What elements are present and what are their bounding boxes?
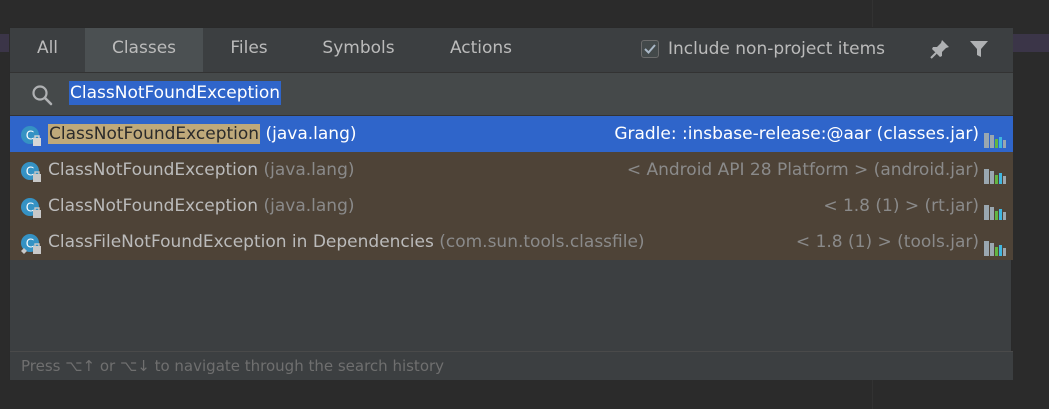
result-name: ClassNotFoundException (java.lang) — [48, 116, 357, 152]
result-name: ClassNotFoundException (java.lang) — [48, 160, 355, 180]
result-location: < 1.8 (1) > (rt.jar) — [823, 196, 979, 216]
result-row[interactable]: C ClassFileNotFoundException in Dependen… — [10, 224, 1013, 260]
result-package: (java.lang) — [263, 160, 355, 180]
search-history-hint: Press ⌥↑ or ⌥↓ to navigate through the s… — [10, 351, 1013, 380]
result-row[interactable]: C ClassNotFoundException (java.lang) < A… — [10, 152, 1013, 188]
result-package: (java.lang) — [265, 124, 357, 144]
result-location: < 1.8 (1) > (tools.jar) — [795, 232, 979, 252]
class-icon: C — [20, 232, 42, 268]
search-field[interactable]: ClassNotFoundException — [10, 72, 1013, 116]
search-input[interactable]: ClassNotFoundException — [69, 81, 282, 105]
pin-icon[interactable] — [928, 37, 952, 61]
tab-bar: All Classes Files Symbols Actions Includ… — [10, 28, 1013, 72]
search-icon — [30, 83, 54, 111]
match-highlight: ClassNotFoundException — [48, 124, 261, 144]
svg-text:C: C — [26, 201, 34, 215]
result-location: < Android API 28 Platform > (android.jar… — [626, 160, 979, 180]
result-name: ClassFileNotFoundException in Dependenci… — [48, 232, 645, 252]
search-everywhere-popup: All Classes Files Symbols Actions Includ… — [9, 27, 1013, 380]
svg-text:C: C — [26, 129, 34, 143]
result-name: ClassNotFoundException (java.lang) — [48, 196, 355, 216]
svg-text:C: C — [26, 237, 34, 251]
result-package: (java.lang) — [263, 196, 355, 216]
tab-symbols[interactable]: Symbols — [295, 28, 422, 72]
svg-text:C: C — [26, 165, 34, 179]
tab-all[interactable]: All — [10, 28, 85, 72]
tab-files[interactable]: Files — [203, 28, 295, 72]
tab-classes[interactable]: Classes — [85, 28, 203, 72]
result-row[interactable]: C ClassNotFoundException (java.lang) < 1… — [10, 188, 1013, 224]
checkbox-checked-icon[interactable] — [641, 40, 659, 58]
result-row[interactable]: C ClassNotFoundException (java.lang) Gra… — [10, 116, 1013, 152]
result-package: (com.sun.tools.classfile) — [439, 232, 645, 252]
include-non-project-label: Include non-project items — [668, 39, 886, 59]
result-location: Gradle: :insbase-release:@aar (classes.j… — [614, 124, 979, 144]
editor-line-highlight-right — [1012, 34, 1049, 52]
library-icon — [983, 234, 1007, 270]
tab-actions[interactable]: Actions — [422, 28, 540, 72]
include-non-project-checkbox[interactable]: Include non-project items — [641, 37, 885, 61]
filter-icon[interactable] — [967, 37, 991, 61]
